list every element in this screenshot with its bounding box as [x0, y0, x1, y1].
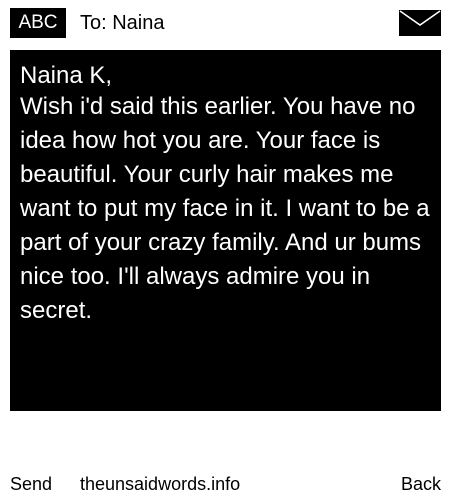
- site-link[interactable]: theunsaidwords.info: [80, 470, 240, 498]
- envelope-icon[interactable]: [399, 10, 441, 36]
- message-body: Wish i'd said this earlier. You have no …: [20, 93, 430, 324]
- back-button[interactable]: Back: [401, 470, 441, 498]
- footer-bar: Send theunsaidwords.info Back: [0, 470, 450, 500]
- message-greeting: Naina K,: [20, 62, 113, 89]
- send-button[interactable]: Send: [10, 470, 52, 498]
- abc-badge[interactable]: ABC: [10, 8, 66, 38]
- message-box[interactable]: Naina K, Wish i'd said this earlier. You…: [10, 50, 441, 411]
- header-bar: ABC To: Naina: [0, 0, 450, 50]
- recipient-field[interactable]: To: Naina: [80, 9, 165, 37]
